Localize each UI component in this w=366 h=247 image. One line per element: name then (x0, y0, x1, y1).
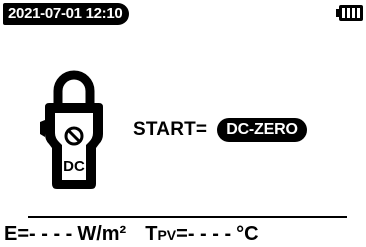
divider-line (28, 216, 347, 218)
irradiance-unit: W/m² (77, 223, 127, 245)
panel-temp-subscript: PV (157, 227, 177, 243)
start-mode-row: START= DC-ZERO (133, 116, 307, 144)
panel-temp-equals: = (176, 223, 188, 245)
irradiance-value: - - - - (29, 223, 73, 245)
irradiance-label: E= (4, 223, 30, 245)
start-label: START= (133, 119, 208, 140)
panel-temp-value: - - - - (187, 223, 232, 245)
battery-full-icon (336, 5, 363, 21)
panel-temp-label: T (145, 223, 158, 245)
start-mode-badge: DC-ZERO (217, 118, 307, 142)
panel-temp-unit: °C (236, 223, 259, 245)
dc-clamp-icon: DC (40, 70, 103, 189)
readings-row: E= - - - - W/m² T PV = - - - - °C (4, 222, 259, 247)
datetime-badge: 2021-07-01 12:10 (3, 3, 130, 25)
instrument-screen: 2021-07-01 12:10 DC START= DC-ZERO E= - … (0, 0, 366, 247)
clamp-dc-label: DC (63, 158, 85, 175)
